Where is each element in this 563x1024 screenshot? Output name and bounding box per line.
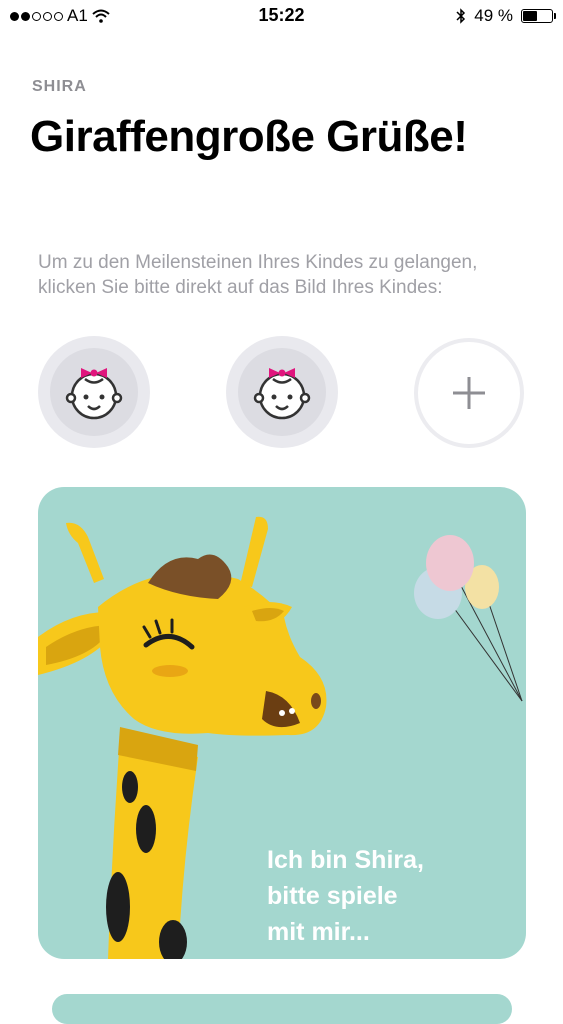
child-name-eyebrow: SHIRA	[32, 78, 87, 95]
bluetooth-icon	[456, 8, 466, 24]
add-child-button[interactable]	[414, 338, 524, 448]
balloons-icon	[414, 535, 523, 702]
next-card-peek[interactable]	[52, 994, 512, 1024]
status-right: 49 %	[456, 6, 556, 26]
card-line: mit mir...	[267, 918, 370, 946]
card-line: Ich bin Shira,	[267, 846, 424, 874]
battery-icon	[521, 9, 556, 23]
battery-percent: 49 %	[474, 6, 513, 25]
status-bar: A1 15:22 49 %	[0, 0, 563, 34]
page-title: Giraffengroße Grüße!	[30, 112, 468, 161]
child-avatar-button[interactable]	[226, 336, 338, 448]
baby-girl-face-icon	[65, 368, 123, 420]
card-line: bitte spiele	[267, 882, 398, 910]
baby-girl-face-icon	[253, 368, 311, 420]
plus-icon	[453, 377, 485, 409]
play-card[interactable]: Ich bin Shira, bitte spiele mit mir...	[38, 487, 526, 959]
card-message: Ich bin Shira, bitte spiele mit mir...	[267, 842, 424, 950]
child-avatar-button[interactable]	[38, 336, 150, 448]
instructions-text: Um zu den Meilensteinen Ihres Kindes zu …	[38, 252, 478, 298]
